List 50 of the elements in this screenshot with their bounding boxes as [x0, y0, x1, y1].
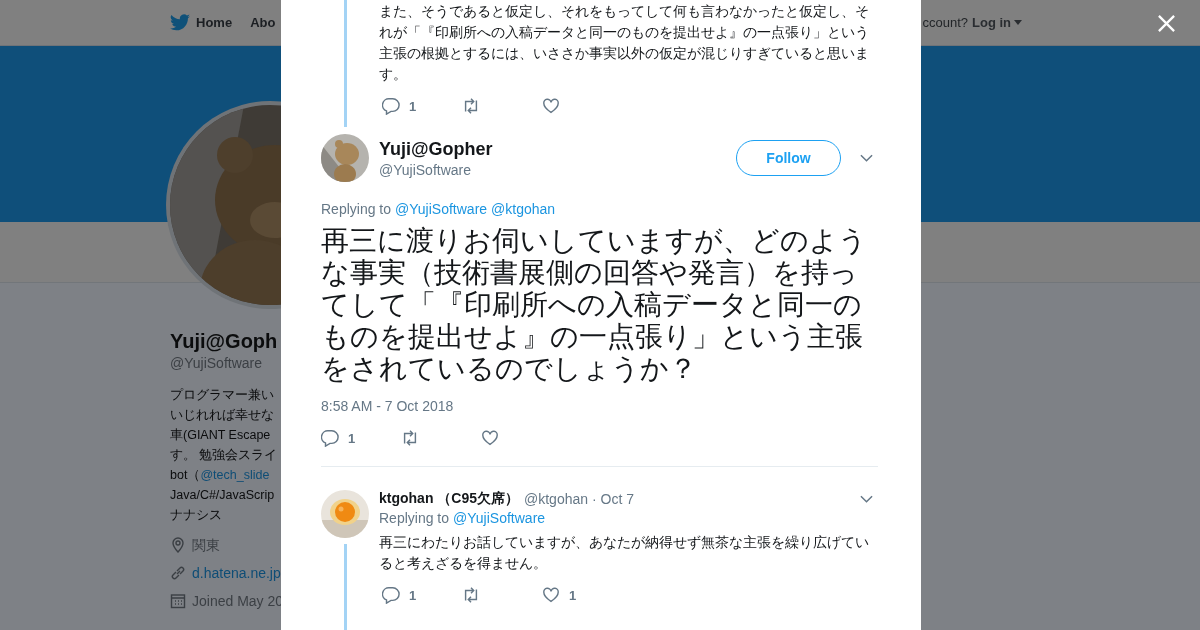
- user-handle: @YujiSoftware: [379, 162, 473, 178]
- heart-icon: [542, 586, 560, 604]
- tweet-text: 再三に渡りお伺いしていますが、どのような事実（技術書展側の回答や発言）を持ってして「『印刷所への入稿データと同一のものを提出せよ』の一点張り」という主張をされているのでしょうか？: [321, 225, 868, 385]
- timestamp: 8:58 AM - 7 Oct 2018: [321, 398, 455, 414]
- heart-icon: [481, 429, 499, 447]
- bio-line: す。 勉強会スライ: [170, 447, 279, 464]
- user-name: ktgohan （C95欠席）: [379, 490, 519, 508]
- close-icon[interactable]: [1157, 14, 1176, 33]
- bio-line: ナナシス: [170, 507, 223, 524]
- speech-bubble-icon: [382, 97, 400, 115]
- tweet-meta: @ktgohan · Oct 7: [524, 491, 635, 507]
- reply-button[interactable]: 1: [379, 96, 459, 116]
- retweet-icon: [401, 429, 419, 447]
- mention-link[interactable]: @tech_slide: [200, 468, 270, 482]
- retweet-icon: [462, 97, 480, 115]
- mention-link[interactable]: @YujiSoftware: [453, 510, 546, 526]
- profile-handle: @YujiSoftware: [170, 355, 264, 371]
- chevron-down-icon[interactable]: [860, 495, 873, 503]
- mention-link[interactable]: @ktgohan: [491, 201, 556, 217]
- website-link[interactable]: d.hatena.ne.jp: [192, 563, 281, 583]
- chevron-down-icon[interactable]: [860, 154, 873, 162]
- user-name: Yuji@Gopher: [379, 138, 494, 160]
- location-pin-icon: [170, 537, 186, 553]
- profile-name: Yuji@Goph: [170, 329, 279, 354]
- tweet-text: また、そうであると仮定し、それをもってして何も言わなかったと仮定し、それが「『印刷所への入稿データと同一のものを提出せよ』の一点張り」という主張の根拠とするには、いささか事実以外の仮定が混じりすぎていると思います。: [379, 2, 870, 84]
- retweet-icon: [462, 586, 480, 604]
- speech-bubble-icon: [382, 586, 400, 604]
- account-prompt: ccount?: [922, 15, 968, 30]
- bio-line: いじれれば幸せな: [170, 407, 275, 424]
- bird-icon: [170, 14, 190, 31]
- bio-line: bot（@tech_slide: [170, 467, 271, 484]
- login-link[interactable]: Log in: [972, 15, 1022, 30]
- calendar-icon: [170, 593, 186, 609]
- tweet-text: 再三にわたりお話していますが、あなたが納得せず無茶な主張を繰り広げていると考えざるを得ません。: [379, 533, 870, 573]
- location-text: 関東: [192, 536, 220, 555]
- replying-label: Replying to: [321, 201, 392, 217]
- reply-button[interactable]: 1: [321, 428, 401, 448]
- link-icon: [170, 565, 186, 581]
- reply-button[interactable]: 1: [379, 585, 459, 605]
- nav-link[interactable]: Abo: [250, 15, 276, 30]
- bio-line: Java/C#/JavaScrip: [170, 487, 276, 504]
- home-link[interactable]: Home: [170, 14, 233, 31]
- bio-line: プログラマー兼い: [170, 387, 275, 404]
- mention-link[interactable]: @YujiSoftware: [395, 201, 488, 217]
- caret-icon: [1014, 20, 1022, 25]
- replying-label: Replying to: [379, 510, 450, 526]
- speech-bubble-icon: [321, 429, 339, 447]
- heart-icon: [542, 97, 560, 115]
- like-button[interactable]: 1: [539, 585, 619, 605]
- bio-line: 車(GIANT Escape: [170, 427, 272, 444]
